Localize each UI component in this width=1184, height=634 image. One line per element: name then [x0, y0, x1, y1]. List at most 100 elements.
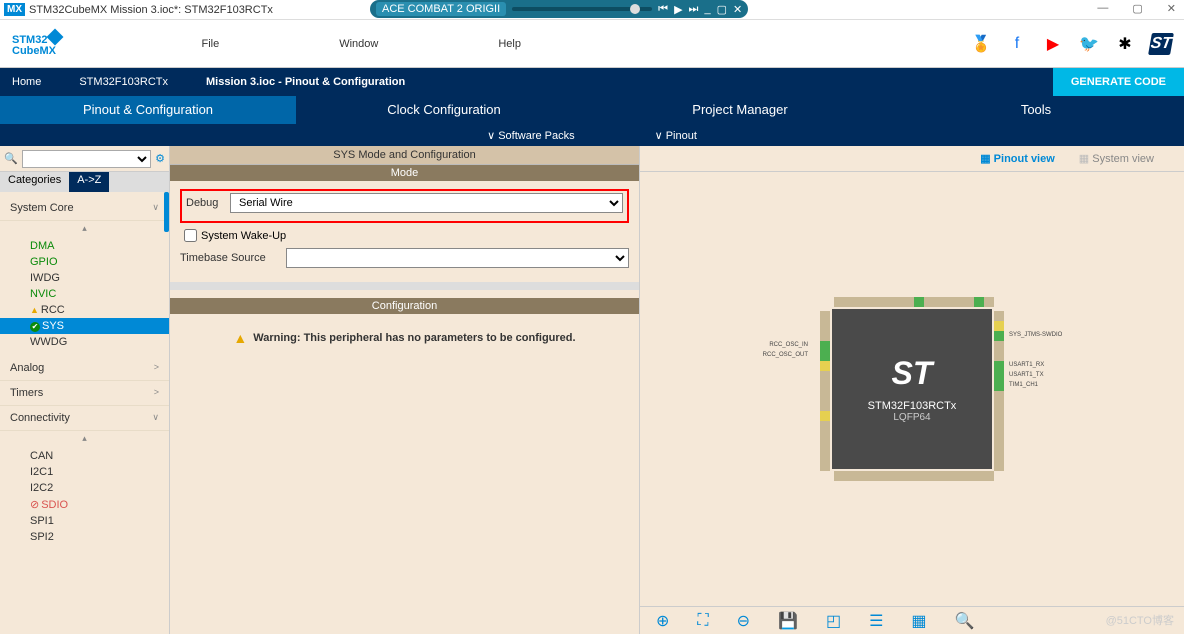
config-header: Configuration [170, 298, 639, 314]
group-connectivity[interactable]: Connectivity∨ [0, 406, 169, 431]
tree-scrollbar[interactable] [164, 192, 169, 232]
group-timers[interactable]: Timers> [0, 381, 169, 406]
timebase-select[interactable] [286, 248, 629, 268]
up-arrow-icon-2[interactable]: ▴ [0, 431, 169, 446]
logo: STM32 CubeMX [12, 31, 61, 57]
tree-sys[interactable]: SYS [0, 318, 169, 334]
tree: System Core∨ ▴ DMA GPIO IWDG NVIC RCC SY… [0, 192, 169, 634]
category-tabs: Categories A->Z [0, 172, 169, 192]
mode-header: Mode [170, 165, 639, 181]
min-icon[interactable]: _ [704, 3, 710, 15]
cat-az[interactable]: A->Z [69, 172, 109, 192]
wakeup-checkbox-row: System Wake-Up [184, 229, 629, 242]
main-tabs: Pinout & Configuration Clock Configurati… [0, 96, 1184, 124]
bc-project[interactable]: Mission 3.ioc - Pinout & Configuration [194, 68, 423, 96]
cat-categories[interactable]: Categories [0, 172, 69, 192]
tree-rcc[interactable]: RCC [0, 302, 169, 318]
app-badge: MX [4, 3, 25, 16]
up-arrow-icon[interactable]: ▴ [0, 221, 169, 236]
play-icon[interactable]: ▶ [674, 3, 682, 16]
breadcrumb: Home STM32F103RCTx Mission 3.ioc - Pinou… [0, 68, 1184, 96]
close-icon[interactable]: ✕ [1167, 2, 1176, 15]
pinout-view-tab[interactable]: Pinout view [980, 152, 1055, 165]
bc-home[interactable]: Home [0, 68, 59, 96]
prev-icon[interactable]: ⏮ [658, 3, 668, 16]
search-chip-icon[interactable]: 🔍 [955, 611, 975, 631]
subtab-software-packs[interactable]: ∨ Software Packs [487, 129, 575, 142]
facebook-icon[interactable]: f [1006, 33, 1028, 55]
chip-view[interactable]: ST STM32F103RCTx LQFP64 RCC_OSC_IN RCC_O… [640, 172, 1184, 606]
mode-box: Debug Serial Wire System Wake-Up Timebas… [170, 181, 639, 282]
media-track: ACE COMBAT 2 ORIGII [376, 2, 506, 16]
menu-window[interactable]: Window [339, 38, 378, 50]
gear-icon[interactable]: ⚙ [155, 152, 165, 165]
tree-i2c2[interactable]: I2C2 [0, 480, 169, 496]
st-logo: ST [1148, 33, 1174, 55]
tab-tools[interactable]: Tools [888, 96, 1184, 124]
tab-clock[interactable]: Clock Configuration [296, 96, 592, 124]
tab-pinout[interactable]: Pinout & Configuration [0, 96, 296, 124]
search-select[interactable] [22, 150, 151, 168]
list-icon[interactable]: ☰ [869, 611, 883, 631]
network-icon[interactable]: ✱ [1114, 33, 1136, 55]
fit-icon[interactable]: ⛶ [697, 612, 708, 630]
lab-tim: TIM1_CH1 [1009, 382, 1038, 388]
chip[interactable]: ST STM32F103RCTx LQFP64 RCC_OSC_IN RCC_O… [811, 288, 1013, 490]
media-progress[interactable] [512, 7, 652, 11]
subtab-pinout[interactable]: ∨ Pinout [655, 129, 697, 142]
tree-nvic[interactable]: NVIC [0, 286, 169, 302]
content: 🔍 ⚙ Categories A->Z System Core∨ ▴ DMA G… [0, 146, 1184, 634]
chip-part: STM32F103RCTx [868, 400, 957, 412]
bc-mcu[interactable]: STM32F103RCTx [67, 68, 186, 96]
view-tabs: Pinout view ▦ System view [640, 146, 1184, 172]
mid-header: SYS Mode and Configuration [170, 146, 639, 165]
left-panel: 🔍 ⚙ Categories A->Z System Core∨ ▴ DMA G… [0, 146, 170, 634]
zoom-in-icon[interactable]: ⊕ [656, 611, 669, 631]
chip-package: LQFP64 [893, 412, 930, 423]
sub-tabs: ∨ Software Packs ∨ Pinout [0, 124, 1184, 146]
lab-u1tx: USART1_TX [1009, 372, 1044, 378]
group-system-core[interactable]: System Core∨ [0, 196, 169, 221]
tree-spi1[interactable]: SPI1 [0, 513, 169, 529]
grid-icon[interactable]: ▦ [911, 611, 926, 631]
tree-sdio[interactable]: SDIO [0, 496, 169, 513]
titlebar: MX STM32CubeMX Mission 3.ioc*: STM32F103… [0, 0, 1184, 20]
lab-rccin: RCC_OSC_IN [769, 342, 808, 348]
top-row: STM32 CubeMX File Window Help 🏅 f ▶ 🐦 ✱ … [0, 20, 1184, 68]
search-icon[interactable]: 🔍 [4, 152, 18, 165]
zoom-out-icon[interactable]: ⊖ [737, 611, 750, 631]
wakeup-checkbox[interactable] [184, 229, 197, 242]
menu-file[interactable]: File [201, 38, 219, 50]
warning-icon: ▲ [233, 330, 247, 346]
minimize-icon[interactable]: — [1097, 2, 1108, 15]
tree-spi2[interactable]: SPI2 [0, 529, 169, 545]
menu-help[interactable]: Help [498, 38, 521, 50]
max-icon[interactable]: ▢ [717, 3, 727, 16]
save-icon[interactable]: 💾 [778, 611, 798, 631]
tab-project-manager[interactable]: Project Manager [592, 96, 888, 124]
group-analog[interactable]: Analog> [0, 356, 169, 381]
system-view-tab[interactable]: ▦ System view [1079, 152, 1154, 165]
right-panel: Pinout view ▦ System view ST STM32F103RC… [640, 146, 1184, 634]
rotate-icon[interactable]: ◰ [826, 611, 841, 631]
wakeup-label: System Wake-Up [201, 230, 286, 242]
lab-swdio: SYS_JTMS-SWDIO [1009, 332, 1062, 338]
generate-code-button[interactable]: GENERATE CODE [1053, 68, 1184, 96]
tree-gpio[interactable]: GPIO [0, 254, 169, 270]
title-text: STM32CubeMX Mission 3.ioc*: STM32F103RCT… [29, 4, 273, 16]
youtube-icon[interactable]: ▶ [1042, 33, 1064, 55]
tree-wwdg[interactable]: WWDG [0, 334, 169, 350]
maximize-icon[interactable]: ▢ [1132, 2, 1142, 15]
tree-iwdg[interactable]: IWDG [0, 270, 169, 286]
warning-message: ▲ Warning: This peripheral has no parame… [170, 314, 639, 362]
tree-i2c1[interactable]: I2C1 [0, 464, 169, 480]
twitter-icon[interactable]: 🐦 [1078, 33, 1100, 55]
tree-dma[interactable]: DMA [0, 238, 169, 254]
menubar: File Window Help [201, 38, 520, 50]
debug-select[interactable]: Serial Wire [230, 193, 623, 213]
next-icon[interactable]: ⏭ [689, 3, 699, 16]
close-media-icon[interactable]: ✕ [733, 3, 742, 16]
search-row: 🔍 ⚙ [0, 146, 169, 172]
tree-can[interactable]: CAN [0, 448, 169, 464]
badge-icon[interactable]: 🏅 [970, 33, 992, 55]
